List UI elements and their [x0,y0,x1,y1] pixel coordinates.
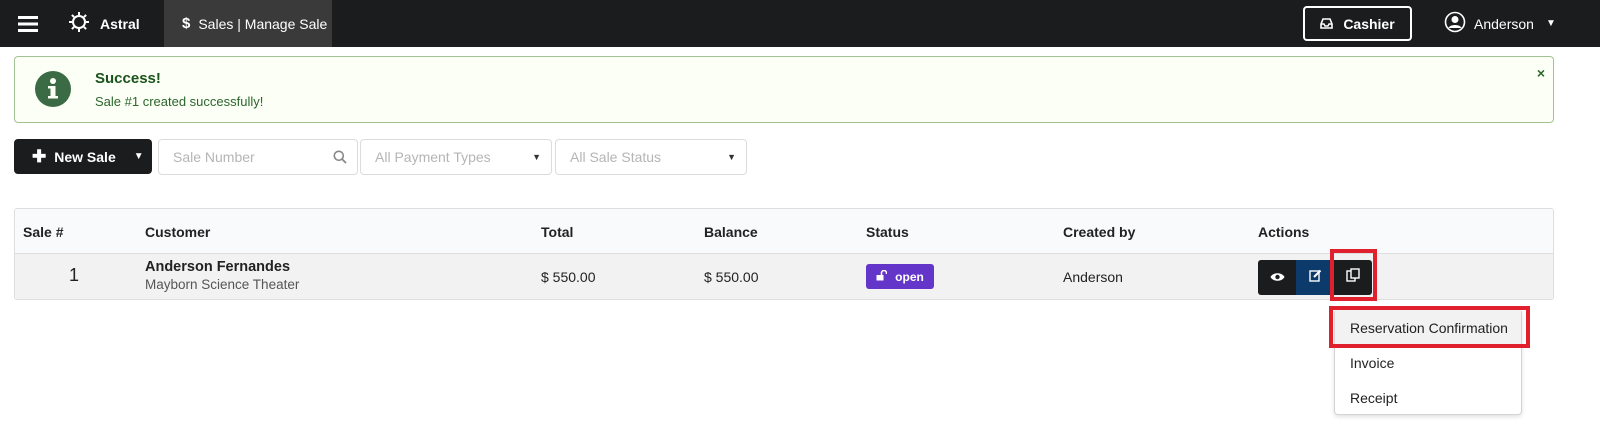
dollar-icon: $ [182,15,191,32]
user-menu[interactable]: Anderson ▼ [1444,0,1556,47]
cashier-button[interactable]: Cashier [1303,6,1412,41]
sale-number-search[interactable] [158,139,358,175]
table-row[interactable]: 1 Anderson Fernandes Mayborn Science The… [15,254,1553,299]
column-header-customer: Customer [145,224,211,240]
sale-number-input[interactable] [173,149,323,165]
documents-dropdown-menu: Reservation Confirmation Invoice Receipt [1334,309,1522,415]
dropdown-caret-icon: ▼ [532,152,541,162]
payment-type-select[interactable]: All Payment Types ▼ [360,139,552,175]
search-icon [333,140,347,174]
created-by: Anderson [1063,269,1123,285]
caret-down-icon: ▼ [133,151,144,162]
tab-sales-manage-sale[interactable]: $ Sales | Manage Sale [164,0,332,47]
menu-item-receipt[interactable]: Receipt [1335,380,1521,415]
menu-item-reservation-confirmation[interactable]: Reservation Confirmation [1335,310,1521,345]
sale-number: 1 [69,265,80,285]
plus-icon: ✚ [32,147,47,166]
sale-status-select[interactable]: All Sale Status ▼ [555,139,747,175]
brand-link[interactable]: Astral [68,0,140,47]
edit-icon [1308,269,1322,287]
brand-name: Astral [100,15,140,32]
cashier-label: Cashier [1343,15,1395,32]
customer-organization: Mayborn Science Theater [145,277,300,292]
column-header-balance: Balance [704,224,758,240]
sales-table: Sale # Customer Total Balance Status Cre… [14,208,1554,300]
column-header-created-by: Created by [1063,224,1136,240]
table-header: Sale # Customer Total Balance Status Cre… [15,209,1553,254]
inbox-icon [1320,16,1334,32]
new-sale-label: New Sale [54,148,116,165]
user-avatar-icon [1444,11,1466,36]
column-header-status: Status [866,224,909,240]
copy-icon [1346,268,1360,287]
hamburger-menu-icon[interactable] [0,0,56,47]
new-sale-button[interactable]: ✚ New Sale ▼ [14,139,152,174]
payment-type-value: All Payment Types [375,149,491,165]
edit-button[interactable] [1296,260,1334,295]
unlock-icon [876,269,888,284]
column-header-sale-number: Sale # [23,224,64,240]
column-header-actions: Actions [1258,224,1310,240]
eye-icon [1270,269,1285,287]
view-button[interactable] [1258,260,1296,295]
info-icon [35,71,71,107]
alert-message: Sale #1 created successfully! [95,94,264,109]
success-message: Success! Sale #1 created successfully! × [14,56,1554,123]
status-badge: open [866,264,934,289]
alert-title: Success! [95,70,161,87]
menu-item-invoice[interactable]: Invoice [1335,345,1521,380]
sale-balance: $ 550.00 [704,269,759,285]
customer-name: Anderson Fernandes [145,259,291,275]
caret-down-icon: ▼ [1545,18,1556,29]
close-icon[interactable]: × [1537,65,1545,81]
user-name: Anderson [1474,15,1534,32]
column-header-total: Total [541,224,574,240]
top-navbar: Astral $ Sales | Manage Sale Cashier And… [0,0,1600,47]
sale-total: $ 550.00 [541,269,596,285]
tab-label: Sales | Manage Sale [198,15,328,32]
dropdown-caret-icon: ▼ [727,152,736,162]
gear-icon [68,11,90,36]
documents-button[interactable] [1334,260,1372,295]
status-label: open [895,269,924,284]
sale-status-value: All Sale Status [570,149,662,165]
